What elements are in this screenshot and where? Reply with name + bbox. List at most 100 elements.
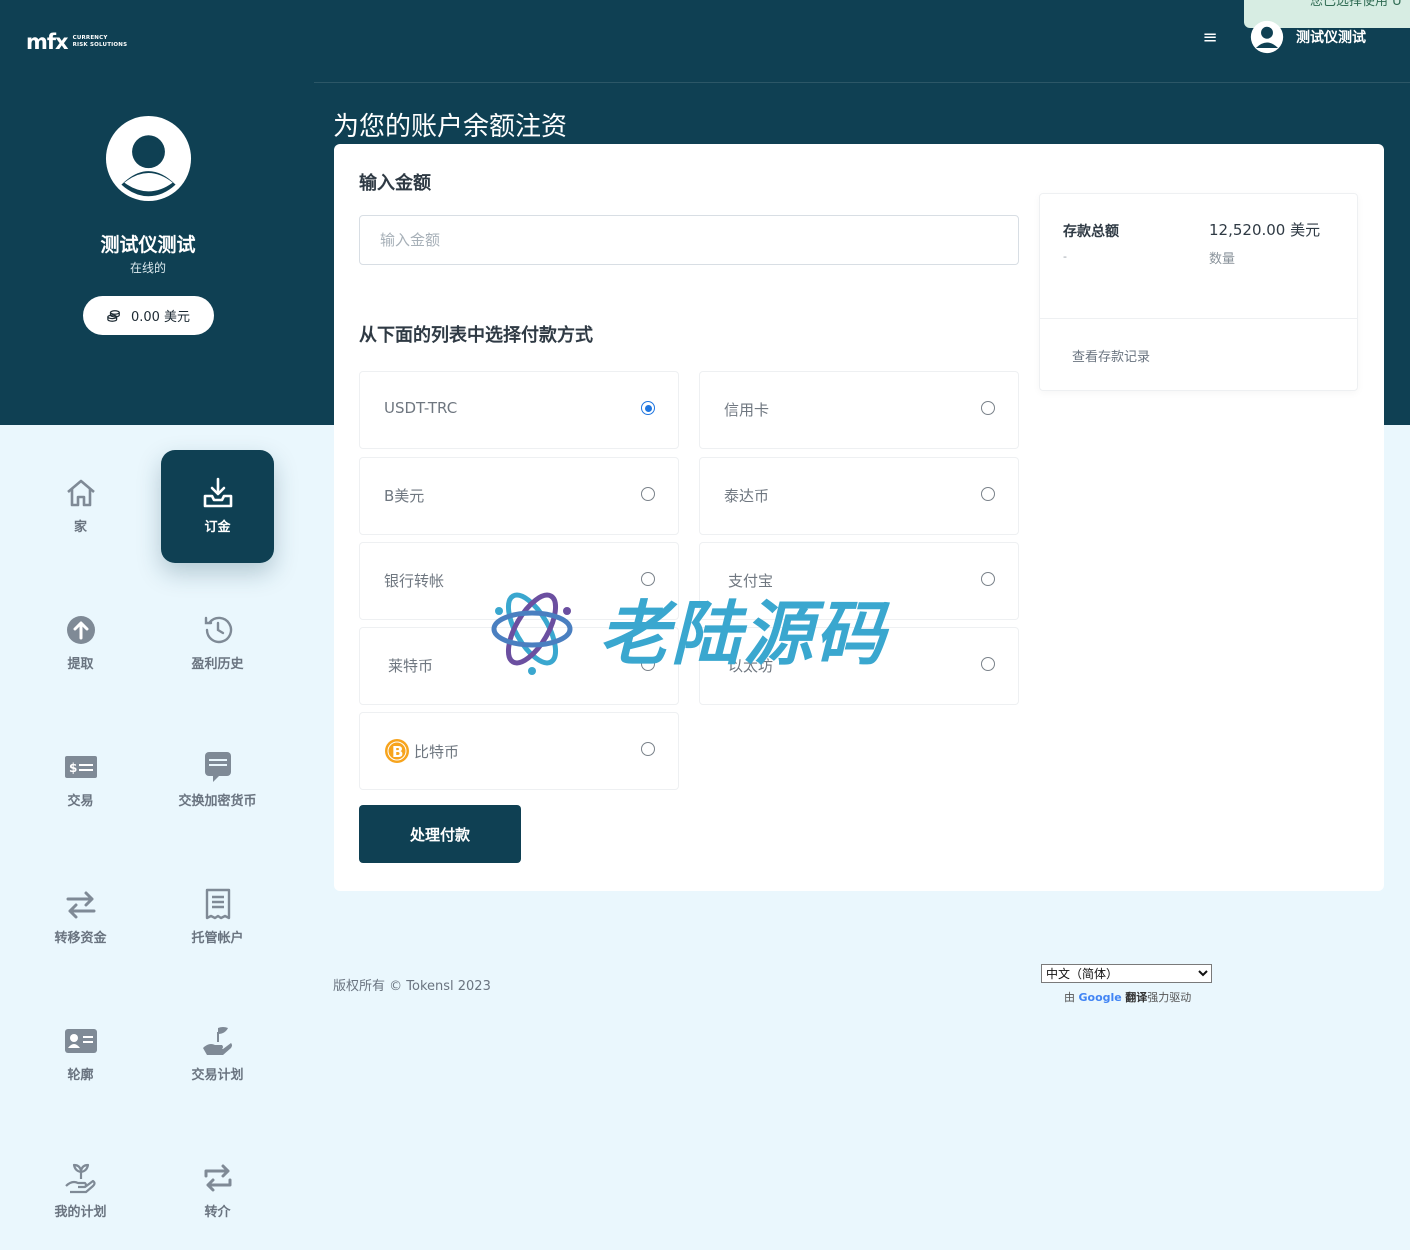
logo-subtitle: CURRENCY RISK SOLUTIONS <box>73 35 128 49</box>
svg-text:$: $ <box>69 761 77 775</box>
sidebar-item-trading-plan[interactable]: 交易计划 <box>161 998 274 1111</box>
payment-option-alipay[interactable]: 支付宝 <box>699 542 1019 620</box>
svg-text:B: B <box>392 743 403 761</box>
amount-section-title: 输入金额 <box>359 173 431 194</box>
sidebar-item-label: 转介 <box>204 1205 231 1220</box>
header-username: 测试仪测试 <box>1296 30 1366 46</box>
summary-amount-label: 数量 <box>1209 252 1236 267</box>
translate-link[interactable]: 翻译 <box>1125 991 1147 1004</box>
summary-title: 存款总额 <box>1063 224 1119 240</box>
trade-icon: $ <box>64 756 97 778</box>
payment-option-busd[interactable]: B美元 <box>359 457 679 535</box>
sidebar-item-home[interactable]: 家 <box>24 450 137 563</box>
sidebar-item-label: 交易 <box>67 794 94 809</box>
logo-mark: mfx <box>26 30 69 54</box>
payment-option-bitcoin[interactable]: B 比特币 <box>359 712 679 790</box>
payment-option-usdt-trc[interactable]: USDT-TRC <box>359 371 679 449</box>
transfer-icon <box>66 891 95 919</box>
sidebar-item-label: 交易计划 <box>191 1068 244 1083</box>
sidebar-item-label: 托管帐户 <box>191 931 244 946</box>
payment-option-label-wrap: B 比特币 <box>384 738 459 764</box>
sidebar-item-referral[interactable]: 转介 <box>161 1135 274 1248</box>
summary-amount: 12,520.00 美元 <box>1209 221 1321 239</box>
home-icon <box>66 479 95 507</box>
bitcoin-icon: B <box>385 739 409 763</box>
brand-logo[interactable]: mfx CURRENCY RISK SOLUTIONS <box>26 30 127 54</box>
payment-option-bank-transfer[interactable]: 银行转帐 <box>359 542 679 620</box>
payment-option-label: 信用卡 <box>724 401 770 419</box>
google-logo-text: Google <box>1079 991 1122 1004</box>
withdraw-icon <box>66 616 95 644</box>
google-translate-credit: 由 Google 翻译强力驱动 <box>1064 989 1191 1005</box>
sidebar-item-profit-history[interactable]: 盈利历史 <box>161 587 274 700</box>
sidebar-item-label: 盈利历史 <box>191 657 244 672</box>
hamburger-icon[interactable]: ≡ <box>1200 28 1220 48</box>
deposit-card: 输入金额 从下面的列表中选择付款方式 USDT-TRC 信用卡 B美元 泰达币 … <box>334 144 1384 891</box>
payment-option-ethereum[interactable]: 以太坊 <box>699 627 1019 705</box>
summary-divider <box>1040 318 1357 319</box>
language-select[interactable]: 中文（简体） <box>1041 964 1212 983</box>
sidebar-item-custody-account[interactable]: 托管帐户 <box>161 861 274 974</box>
payment-radio[interactable] <box>641 572 655 586</box>
payment-radio[interactable] <box>641 401 655 415</box>
payment-option-label: USDT-TRC <box>384 399 458 417</box>
payment-option-label: 比特币 <box>414 742 460 761</box>
payment-radio[interactable] <box>981 657 995 671</box>
payment-radio[interactable] <box>981 487 995 501</box>
powered-suffix: 强力驱动 <box>1147 991 1192 1004</box>
payment-option-credit-card[interactable]: 信用卡 <box>699 371 1019 449</box>
plan-hand-icon <box>202 1027 232 1055</box>
sidebar-item-label: 轮廓 <box>67 1068 94 1083</box>
payment-radio[interactable] <box>981 572 995 586</box>
balance-amount: 0.00 美元 <box>130 310 191 325</box>
sidebar-item-label: 提取 <box>67 657 94 672</box>
powered-prefix: 由 <box>1064 991 1075 1004</box>
payment-radio[interactable] <box>641 657 655 671</box>
process-payment-button[interactable]: 处理付款 <box>359 805 521 863</box>
payment-option-label: 支付宝 <box>728 572 774 590</box>
payment-option-label: B美元 <box>384 487 425 505</box>
sidebar-item-my-plan[interactable]: 我的计划 <box>24 1135 137 1248</box>
payment-option-label: 泰达币 <box>724 487 770 505</box>
sidebar-item-profile[interactable]: 轮廓 <box>24 998 137 1111</box>
sidebar-item-transfer-funds[interactable]: 转移资金 <box>24 861 137 974</box>
plant-hand-icon <box>64 1163 96 1194</box>
sidebar-item-label: 订金 <box>204 520 231 535</box>
sidebar-item-exchange-crypto[interactable]: 交换加密货币 <box>161 724 274 837</box>
sidebar-item-label: 转移资金 <box>54 931 107 946</box>
payment-option-label: 银行转帐 <box>384 572 445 590</box>
payment-radio[interactable] <box>641 487 655 501</box>
profile-avatar-icon <box>105 115 192 202</box>
profile-card-icon <box>64 1029 97 1053</box>
exchange-crypto-icon <box>204 752 231 782</box>
payment-option-label: 以太坊 <box>728 657 774 675</box>
toast-text: 您已选择使用 U <box>1310 0 1402 9</box>
deposit-summary: 存款总额 - 12,520.00 美元 数量 查看存款记录 <box>1039 193 1358 391</box>
sidebar-item-trade[interactable]: $ 交易 <box>24 724 137 837</box>
copyright: 版权所有 © Tokensl 2023 <box>333 979 491 994</box>
user-menu[interactable]: 测试仪测试 <box>1250 20 1366 54</box>
sidebar-item-label: 交换加密货币 <box>178 794 257 809</box>
payment-option-tether[interactable]: 泰达币 <box>699 457 1019 535</box>
summary-dash: - <box>1063 250 1067 263</box>
sidebar-item-label: 我的计划 <box>54 1205 107 1220</box>
logo-sub-line-1: CURRENCY <box>72 35 108 41</box>
view-deposit-history-link[interactable]: 查看存款记录 <box>1072 346 1150 365</box>
payment-radio[interactable] <box>641 742 655 756</box>
payment-option-litecoin[interactable]: 莱特币 <box>359 627 679 705</box>
google-text: Google <box>1078 991 1122 1004</box>
sidebar-item-deposit[interactable]: 订金 <box>161 450 274 563</box>
payment-radio[interactable] <box>981 401 995 415</box>
sidebar-item-label: 家 <box>73 520 87 535</box>
deposit-icon <box>203 477 232 508</box>
header-divider <box>314 82 1410 83</box>
page-title: 为您的账户余额注资 <box>333 112 568 142</box>
referral-icon <box>204 1164 231 1192</box>
amount-input[interactable] <box>359 215 1019 265</box>
sidebar-item-withdraw[interactable]: 提取 <box>24 587 137 700</box>
user-avatar-icon <box>1250 20 1284 54</box>
profile-status: 在线的 <box>129 261 166 275</box>
receipt-icon <box>205 888 230 920</box>
balance-pill[interactable]: 0.00 美元 <box>83 296 214 335</box>
profile-name: 测试仪测试 <box>100 234 196 256</box>
